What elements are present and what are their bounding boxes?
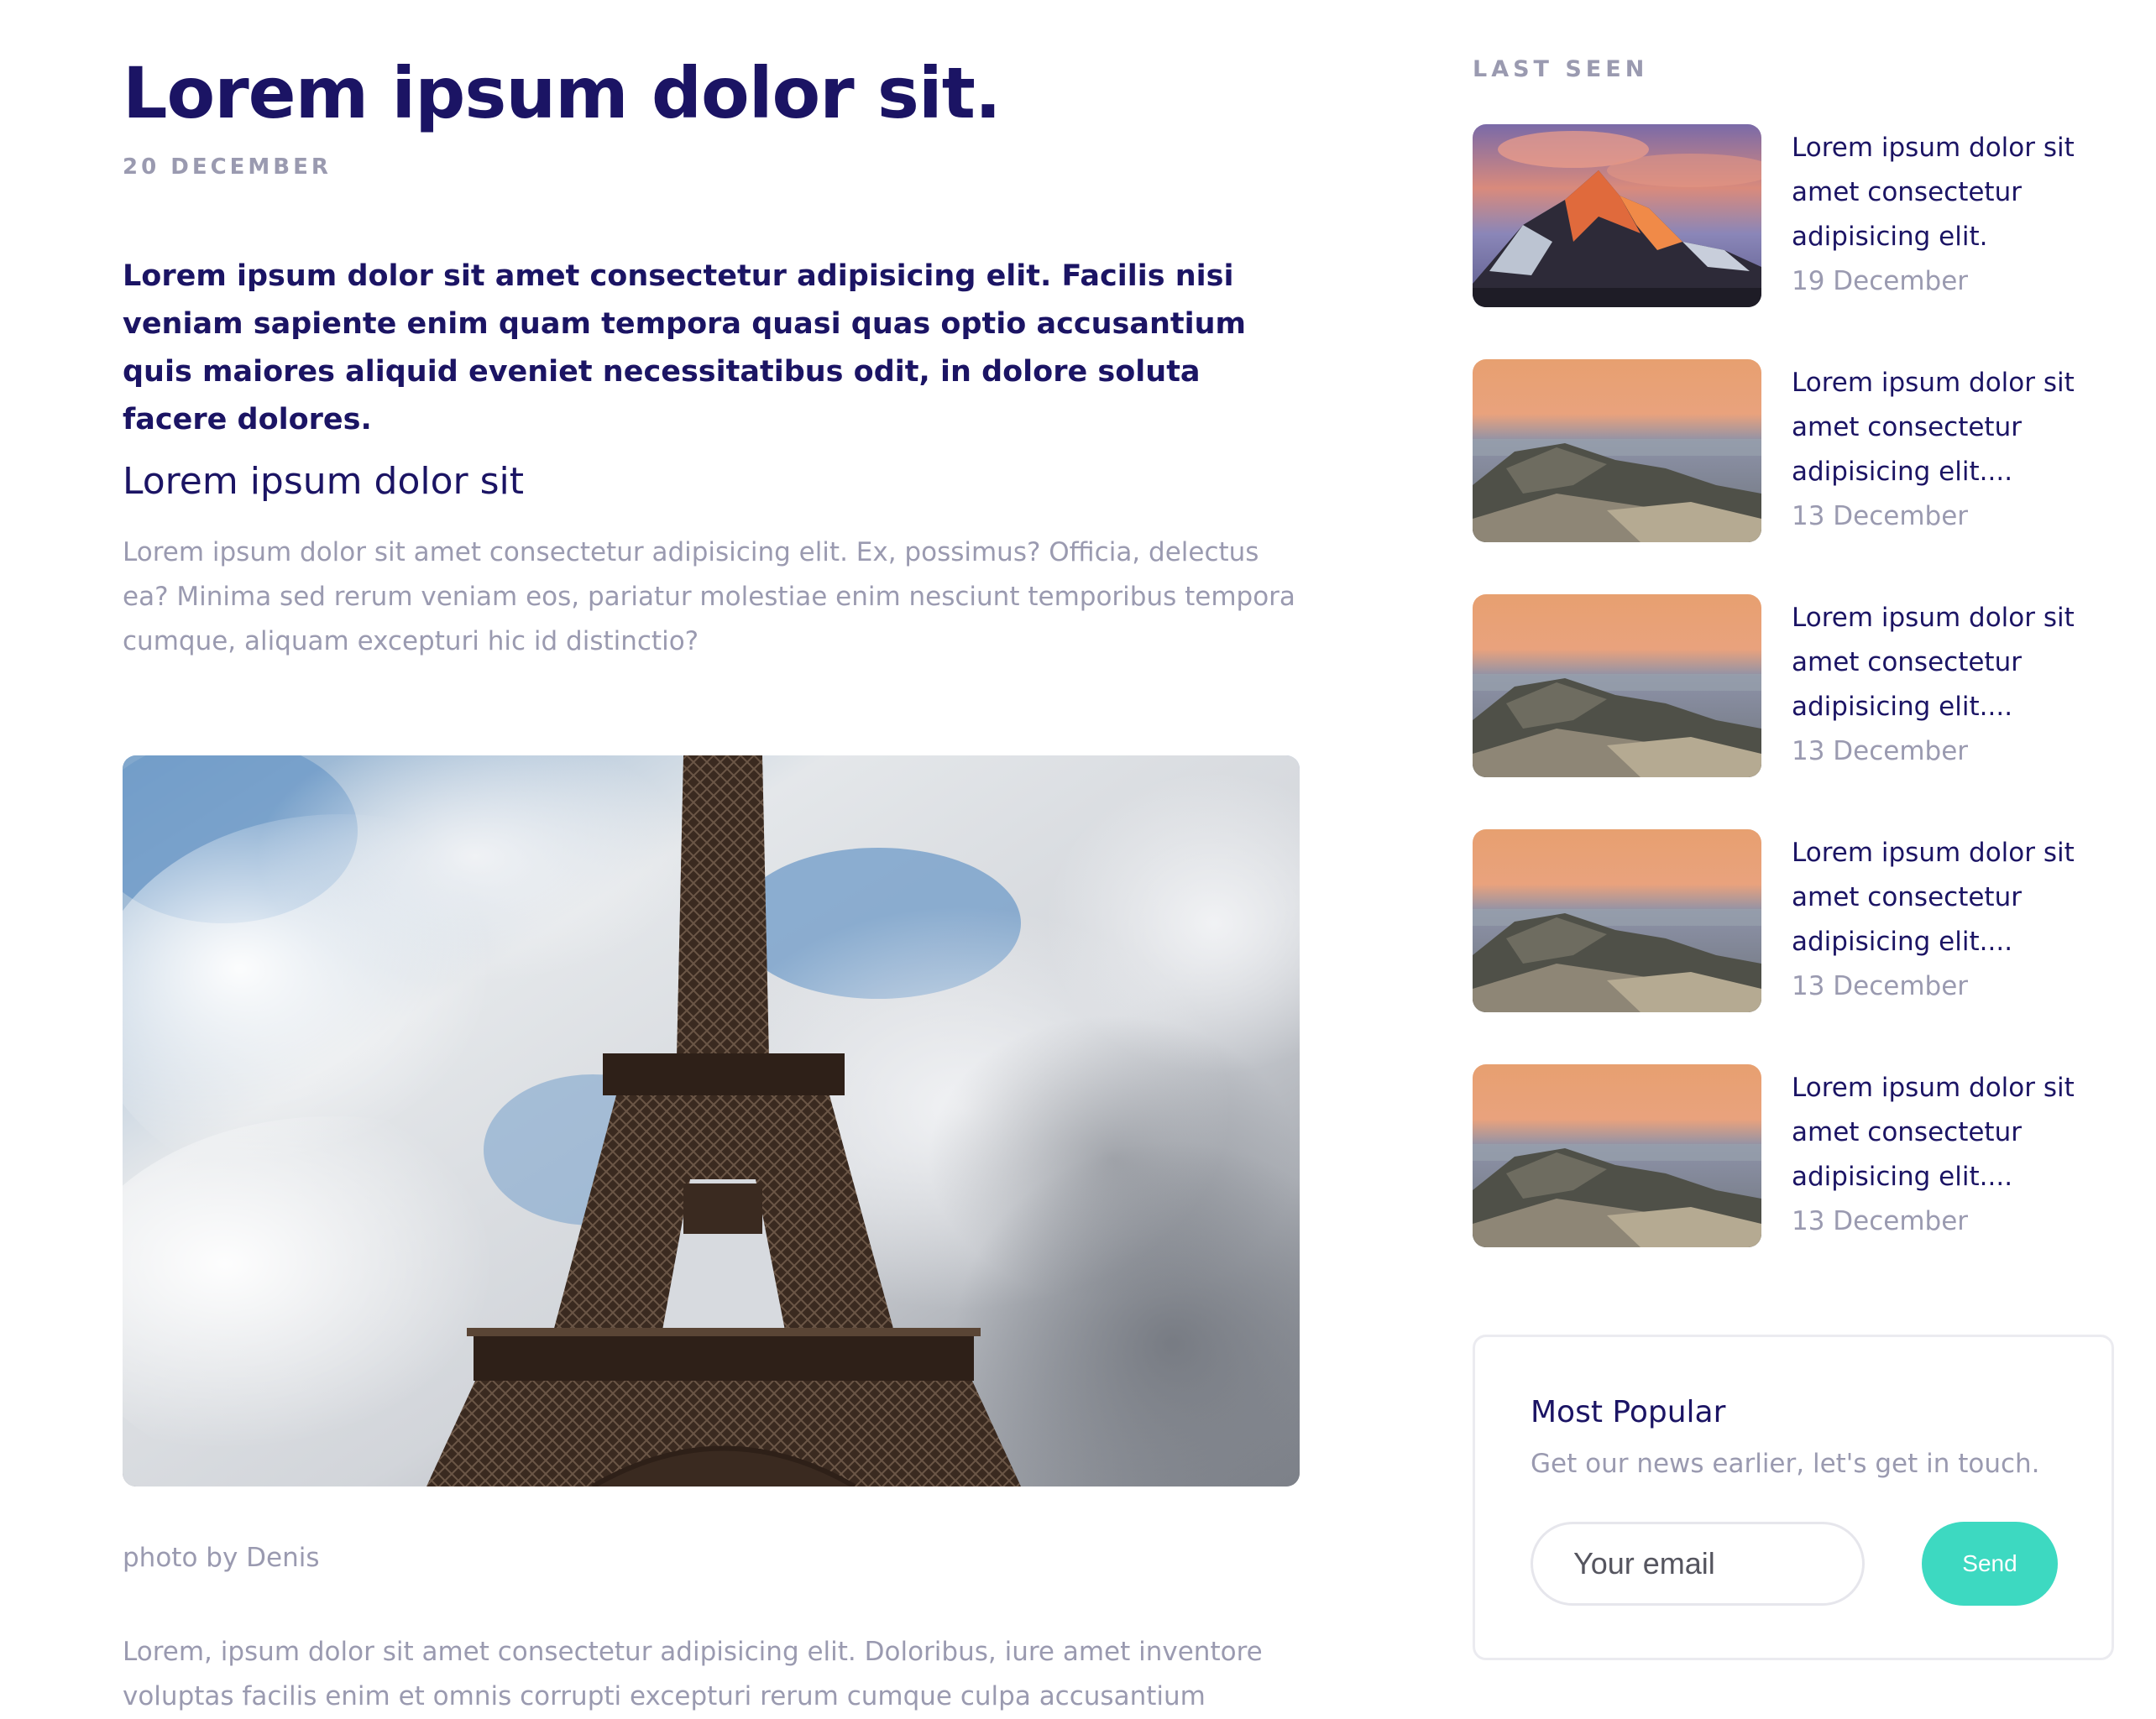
- photo-credit: photo by Denis: [123, 1543, 320, 1573]
- article-body: Lorem ipsum dolor sit amet consectetur a…: [123, 537, 1295, 656]
- last-seen-item[interactable]: Lorem ipsum dolor sit amet consectetur a…: [1473, 829, 2116, 1014]
- newsletter-box: Most Popular Get our news earlier, let's…: [1473, 1335, 2114, 1660]
- post-date: 19 December: [1792, 266, 1969, 296]
- email-input[interactable]: [1531, 1522, 1865, 1606]
- rocky-shore-thumbnail[interactable]: [1473, 1064, 1761, 1247]
- article-title: Lorem ipsum dolor sit.: [123, 52, 1002, 134]
- post-title[interactable]: Lorem ipsum dolor sit amet consectetur a…: [1792, 361, 2119, 494]
- rocky-shore-thumbnail[interactable]: [1473, 359, 1761, 542]
- post-date: 13 December: [1792, 501, 1969, 531]
- send-button[interactable]: Send: [1922, 1522, 2058, 1606]
- article: Lorem ipsum dolor sit. 20 December Lorem…: [123, 45, 1300, 1711]
- mountain-thumbnail[interactable]: [1473, 124, 1761, 307]
- post-title[interactable]: Lorem ipsum dolor sit amet consectetur a…: [1792, 1066, 2119, 1199]
- sidebar: Last seen: [1473, 55, 2116, 1247]
- post-title[interactable]: Lorem ipsum dolor sit amet consectetur a…: [1792, 596, 2119, 729]
- newsletter-subtitle: Get our news earlier, let's get in touch…: [1531, 1449, 2040, 1479]
- post-title[interactable]: Lorem ipsum dolor sit amet consectetur a…: [1792, 831, 2119, 964]
- post-date: 13 December: [1792, 1206, 1969, 1236]
- eiffel-tower-image: [123, 755, 1300, 1486]
- article-date: 20 December: [123, 154, 332, 180]
- post-date: 13 December: [1792, 736, 1969, 766]
- rocky-shore-thumbnail[interactable]: [1473, 829, 1761, 1012]
- last-seen-heading: Last seen: [1473, 56, 1649, 82]
- newsletter-title: Most Popular: [1531, 1395, 1726, 1429]
- article-subheading: Lorem ipsum dolor sit: [123, 460, 524, 503]
- post-title[interactable]: Lorem ipsum dolor sit amet consectetur a…: [1792, 126, 2119, 259]
- last-seen-item[interactable]: Lorem ipsum dolor sit amet consectetur a…: [1473, 359, 2116, 544]
- article-body-continued: Lorem, ipsum dolor sit amet consectetur …: [123, 1637, 1263, 1711]
- post-date: 13 December: [1792, 971, 1969, 1001]
- rocky-shore-thumbnail[interactable]: [1473, 594, 1761, 777]
- last-seen-item[interactable]: Lorem ipsum dolor sit amet consectetur a…: [1473, 124, 2116, 309]
- article-lead: Lorem ipsum dolor sit amet consectetur a…: [123, 259, 1246, 436]
- last-seen-item[interactable]: Lorem ipsum dolor sit amet consectetur a…: [1473, 1064, 2116, 1249]
- last-seen-item[interactable]: Lorem ipsum dolor sit amet consectetur a…: [1473, 594, 2116, 779]
